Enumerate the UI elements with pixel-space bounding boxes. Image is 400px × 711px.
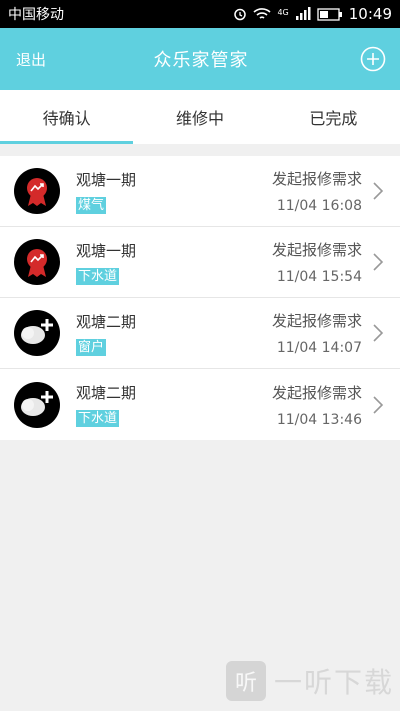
wifi-icon: [253, 8, 272, 19]
request-meta: 发起报修需求 11/04 14:07: [272, 298, 362, 368]
alarm-icon: [234, 8, 247, 21]
battery-icon: [317, 7, 342, 21]
request-meta: 发起报修需求 11/04 15:54: [272, 227, 362, 297]
avatar: [14, 239, 60, 285]
chevron-right-icon: [372, 323, 386, 343]
request-info: 观塘二期 窗户: [76, 298, 272, 368]
request-meta: 发起报修需求 11/04 16:08: [272, 156, 362, 226]
request-action: 发起报修需求: [271, 241, 362, 259]
cloud-plus-icon: [21, 319, 53, 344]
request-info: 观塘一期 煤气: [76, 156, 272, 226]
tab-bar: 待确认 维修中 已完成: [0, 90, 400, 144]
red-badge-icon: [27, 249, 47, 277]
tab-completed[interactable]: 已完成: [267, 90, 400, 144]
request-time: 11/04 15:54: [276, 269, 362, 285]
request-action: 发起报修需求: [271, 312, 362, 330]
watermark-logo: 听: [225, 661, 266, 701]
watermark: 听 一听下载: [225, 661, 394, 701]
tab-in-repair[interactable]: 维修中: [133, 90, 266, 144]
area-name: 观塘二期: [76, 384, 137, 402]
category-tag: 下水道: [76, 267, 120, 285]
clock: 10:49: [348, 5, 392, 23]
page-title: 众乐家管家: [153, 50, 249, 71]
status-icons: 4G 10:49: [233, 5, 392, 23]
avatar: [14, 381, 60, 428]
cloud-plus-icon: [21, 390, 53, 416]
carrier-label: 中国移动: [8, 7, 64, 23]
area-name: 观塘一期: [76, 241, 137, 260]
list-item[interactable]: 观塘二期 下水道 发起报修需求 11/04 13:46: [0, 369, 400, 440]
category-tag: 窗户: [76, 338, 107, 356]
logout-button[interactable]: 退出: [16, 49, 66, 70]
request-time: 11/04 13:46: [276, 411, 362, 428]
chevron-right-icon: [372, 252, 386, 272]
category-tag: 煤气: [76, 196, 107, 214]
plus-circle-icon: [360, 46, 386, 72]
request-meta: 发起报修需求 11/04 13:46: [272, 369, 362, 440]
request-info: 观塘二期 下水道: [76, 369, 272, 440]
chevron-right-icon: [372, 395, 386, 415]
avatar: [14, 168, 60, 214]
request-action: 发起报修需求: [271, 383, 362, 402]
request-action: 发起报修需求: [271, 170, 362, 188]
area-name: 观塘一期: [76, 170, 137, 189]
watermark-text: 一听下载: [273, 666, 394, 699]
list-item[interactable]: 观塘一期 煤气 发起报修需求 11/04 16:08: [0, 156, 400, 227]
request-time: 11/04 16:08: [276, 198, 362, 214]
list-item[interactable]: 观塘一期 下水道 发起报修需求 11/04 15:54: [0, 227, 400, 298]
add-button[interactable]: [336, 46, 386, 72]
app-header: 退出 众乐家管家: [0, 28, 400, 90]
request-list: 观塘一期 煤气 发起报修需求 11/04 16:08 观塘一期 下水道 发起报修…: [0, 156, 400, 440]
chevron-right-icon: [372, 181, 386, 201]
category-tag: 下水道: [76, 410, 120, 427]
request-time: 11/04 14:07: [276, 340, 362, 356]
avatar: [14, 310, 60, 356]
status-bar: 中国移动 4G 10:49: [0, 0, 400, 28]
divider: [0, 144, 400, 156]
area-name: 观塘二期: [76, 312, 137, 331]
network-type: 4G: [277, 8, 289, 17]
tab-pending[interactable]: 待确认: [0, 90, 134, 144]
signal-icon: [295, 7, 311, 20]
request-info: 观塘一期 下水道: [76, 227, 272, 297]
red-badge-icon: [27, 178, 47, 206]
list-item[interactable]: 观塘二期 窗户 发起报修需求 11/04 14:07: [0, 298, 400, 369]
